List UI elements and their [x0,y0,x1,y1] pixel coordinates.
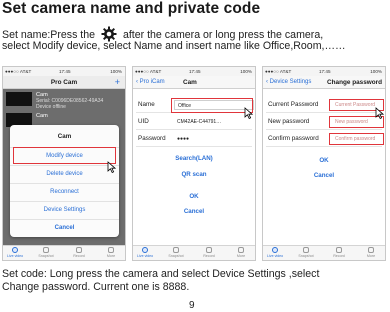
device-settings-button[interactable]: Device Settings [10,201,119,217]
cancel-button[interactable]: Cancel [263,172,385,179]
camera-icon [142,247,148,253]
status-bar: ●●●○○ AT&T 17:45 100% [133,67,255,76]
tab-record[interactable]: Record [331,247,347,258]
status-carrier: ●●●○○ AT&T [265,69,292,74]
tab-bar: Live video Snapshot Record More [263,245,385,260]
password-field-row: Password ●●●● [136,131,252,147]
status-carrier: ●●●○○ AT&T [135,69,162,74]
nav-bar: ‹ Pro iCam Cam [133,76,255,89]
outro-line-1: Set code: Long press the camera and sele… [2,268,320,280]
more-icon [368,247,374,253]
status-time: 17:45 [189,69,201,74]
nav-title: Cam [183,79,197,86]
tab-live-video[interactable]: Live video [7,247,23,258]
nav-bar: Pro Cam + [3,76,125,89]
tab-snapshot[interactable]: Snapshot [168,247,184,258]
intro-line-2: select Modify device, select Name and in… [2,40,346,52]
delete-device-button[interactable]: Delete device [10,165,119,181]
status-carrier: ●●●○○ AT&T [5,69,32,74]
record-icon [336,247,342,253]
tab-live-video[interactable]: Live video [267,247,283,258]
highlight-box [171,98,253,113]
more-icon [238,247,244,253]
cursor-icon [375,107,384,119]
tab-bar: Live video Snapshot Record More [3,245,125,260]
list-item[interactable]: Cam Serial: C0096DE08562-49A34 Device of… [36,92,103,110]
image-icon [173,247,179,253]
page-number: 9 [189,300,195,311]
sheet-title: Cam [57,133,72,140]
tab-record[interactable]: Record [201,247,217,258]
action-sheet: Cam Modify device Delete device Reconnec… [10,125,119,237]
nav-title: Pro Cam [50,79,78,86]
more-icon [108,247,114,253]
tab-record[interactable]: Record [71,247,87,258]
status-battery: 100% [110,69,122,74]
status-bar: ●●●○○ AT&T 17:45 100% [263,67,385,76]
phone-screenshot-camera-list: ●●●○○ AT&T 17:45 100% Pro Cam + Cam Seri… [2,66,126,261]
ok-button[interactable]: OK [133,193,255,200]
reconnect-button[interactable]: Reconnect [10,183,119,199]
ok-button[interactable]: OK [263,157,385,164]
nav-bar: ‹ Device Settings Change password [263,76,385,89]
back-button[interactable]: ‹ Pro iCam [136,79,165,85]
status-bar: ●●●○○ AT&T 17:45 100% [3,67,125,76]
cursor-icon [107,161,116,173]
status-battery: 100% [240,69,252,74]
cancel-button[interactable]: Cancel [133,208,255,215]
cursor-icon [244,107,253,119]
camera-thumbnail[interactable] [6,92,32,106]
phone-screenshot-change-password: ●●●○○ AT&T 17:45 100% ‹ Device Settings … [262,66,386,261]
qr-scan-button[interactable]: QR scan [133,171,255,178]
back-button[interactable]: ‹ Device Settings [266,79,311,85]
uid-value: CM42AE-C44791… [177,119,222,125]
password-input[interactable]: ●●●● [174,134,189,144]
tab-bar: Live video Snapshot Record More [133,245,255,260]
tab-live-video[interactable]: Live video [137,247,153,258]
record-icon [206,247,212,253]
status-time: 17:45 [59,69,71,74]
cancel-button[interactable]: Cancel [10,219,119,235]
status-time: 17:45 [319,69,331,74]
phone-screenshot-modify-device: ●●●○○ AT&T 17:45 100% ‹ Pro iCam Cam Nam… [132,66,256,261]
tab-more[interactable]: More [363,247,379,258]
camera-icon [12,247,18,253]
nav-title: Change password [327,79,383,86]
camera-icon [272,247,278,253]
highlight-box [329,133,384,145]
status-battery: 100% [370,69,382,74]
page-title: Set camera name and private code [2,0,261,17]
uid-field-row: UID CM42AE-C44791… [136,114,252,130]
image-icon [43,247,49,253]
highlight-box [13,147,116,164]
tab-snapshot[interactable]: Snapshot [298,247,314,258]
image-icon [303,247,309,253]
search-lan-button[interactable]: Search(LAN) [133,155,255,162]
plus-icon[interactable]: + [115,77,120,87]
outro-line-2: Change password. Current one is 8888. [2,281,190,293]
list-item[interactable]: Cam [36,113,48,119]
tab-more[interactable]: More [233,247,249,258]
tab-more[interactable]: More [103,247,119,258]
tab-snapshot[interactable]: Snapshot [38,247,54,258]
record-icon [76,247,82,253]
